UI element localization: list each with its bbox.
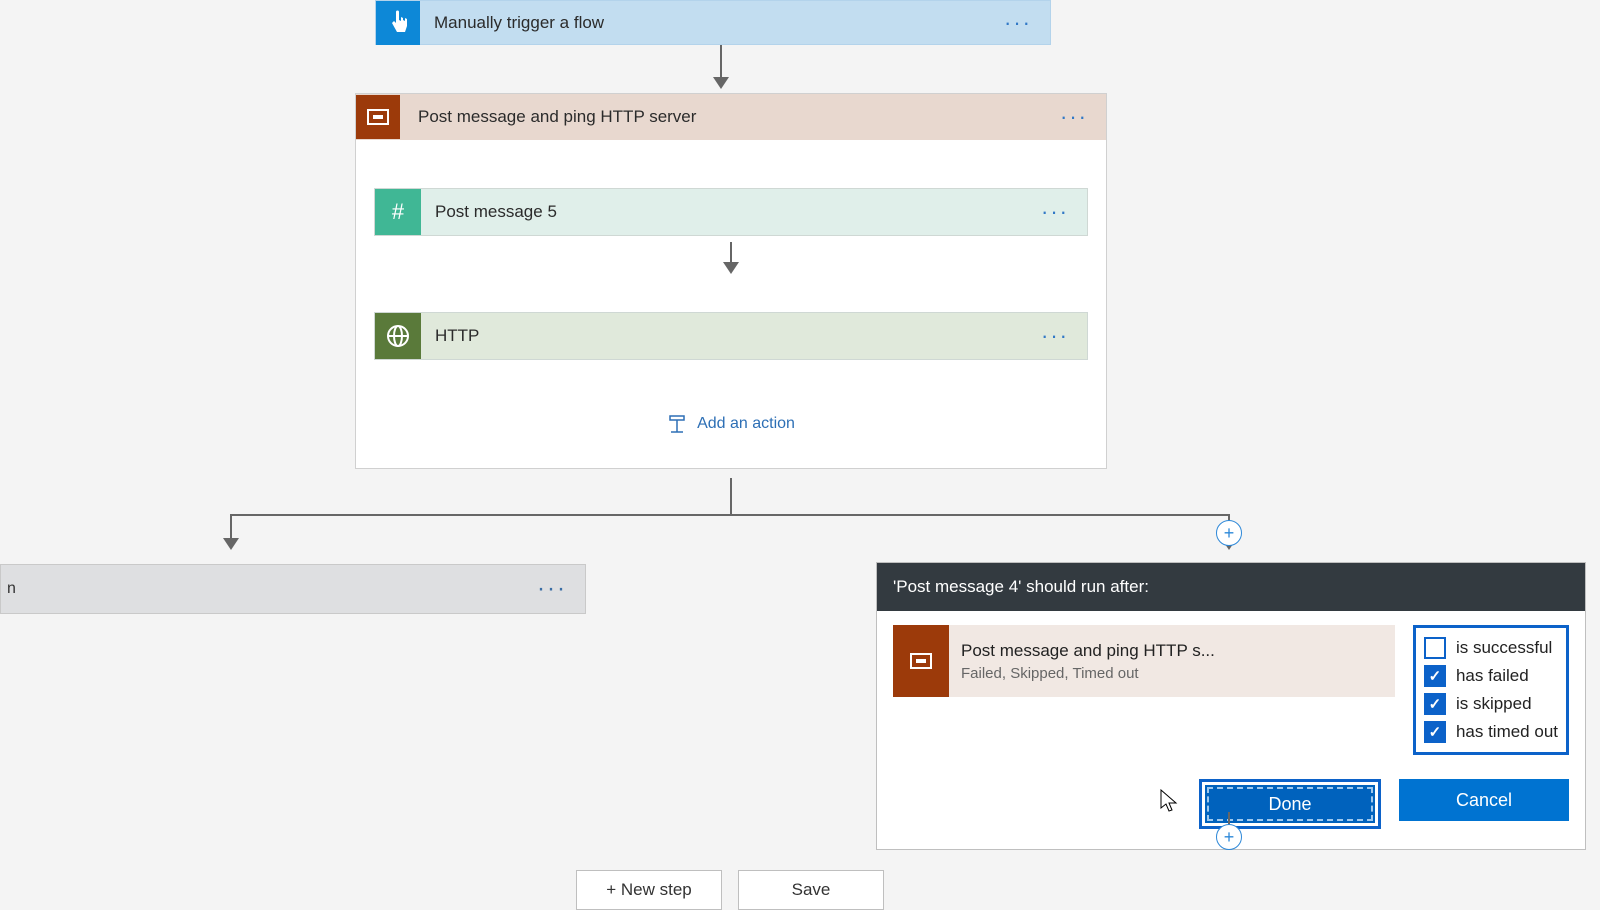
action-menu-icon[interactable]: ··· xyxy=(1041,323,1069,349)
scope-icon xyxy=(356,95,400,139)
scope-card: Post message and ping HTTP server ··· # … xyxy=(355,93,1107,469)
new-step-button[interactable]: + New step xyxy=(576,870,722,910)
condition-label: is skipped xyxy=(1456,694,1532,714)
connector-line xyxy=(230,514,1230,516)
condition-row: ✓ has timed out xyxy=(1424,718,1558,746)
checkbox-successful[interactable] xyxy=(1424,637,1446,659)
checkbox-skipped[interactable]: ✓ xyxy=(1424,693,1446,715)
trigger-menu-icon[interactable]: ··· xyxy=(1004,10,1032,36)
scope-icon xyxy=(893,625,949,697)
condition-row: ✓ has failed xyxy=(1424,662,1558,690)
connector-arrow xyxy=(374,242,1088,274)
globe-icon xyxy=(375,313,421,359)
condition-label: has timed out xyxy=(1456,722,1558,742)
checkbox-timed-out[interactable]: ✓ xyxy=(1424,721,1446,743)
condition-label: is successful xyxy=(1456,638,1552,658)
tap-icon xyxy=(376,1,420,45)
add-branch-button[interactable]: + xyxy=(1216,520,1242,546)
scope-title: Post message and ping HTTP server xyxy=(418,107,1060,127)
action-menu-icon[interactable]: ··· xyxy=(537,575,567,603)
previous-action-title: Post message and ping HTTP s... xyxy=(961,641,1215,661)
condition-row: ✓ is skipped xyxy=(1424,690,1558,718)
previous-action-status: Failed, Skipped, Timed out xyxy=(961,665,1215,682)
done-button[interactable]: Done xyxy=(1205,785,1375,823)
action-label: Post message 5 xyxy=(435,202,1041,222)
condition-label: has failed xyxy=(1456,666,1529,686)
checkbox-failed[interactable]: ✓ xyxy=(1424,665,1446,687)
add-action-icon xyxy=(667,414,687,434)
action-card-post-message[interactable]: # Post message 5 ··· xyxy=(374,188,1088,236)
run-after-panel: 'Post message 4' should run after: Post … xyxy=(876,562,1586,850)
footer-buttons: + New step Save xyxy=(576,870,884,910)
connector-arrow xyxy=(713,45,729,89)
connector-line xyxy=(230,514,232,538)
previous-action-chip[interactable]: Post message and ping HTTP s... Failed, … xyxy=(893,625,1395,697)
hash-icon: # xyxy=(375,189,421,235)
action-label-tail: n xyxy=(7,580,537,598)
trigger-label: Manually trigger a flow xyxy=(434,13,1004,33)
scope-menu-icon[interactable]: ··· xyxy=(1060,104,1088,130)
connector-line xyxy=(730,478,732,514)
panel-title: 'Post message 4' should run after: xyxy=(877,563,1585,611)
action-menu-icon[interactable]: ··· xyxy=(1041,199,1069,225)
done-button-highlight: Done xyxy=(1199,779,1381,829)
add-step-button[interactable]: + xyxy=(1216,824,1242,850)
arrowhead-icon xyxy=(223,538,239,550)
add-action-label: Add an action xyxy=(697,415,795,433)
trigger-card[interactable]: Manually trigger a flow ··· xyxy=(375,0,1051,45)
action-card-http[interactable]: HTTP ··· xyxy=(374,312,1088,360)
action-card-left-branch[interactable]: n ··· xyxy=(0,564,586,614)
save-button[interactable]: Save xyxy=(738,870,884,910)
cancel-button[interactable]: Cancel xyxy=(1399,779,1569,821)
condition-row: is successful xyxy=(1424,634,1558,662)
scope-header[interactable]: Post message and ping HTTP server ··· xyxy=(356,94,1106,140)
action-label: HTTP xyxy=(435,326,1041,346)
add-action-button[interactable]: Add an action xyxy=(374,414,1088,434)
condition-checkbox-group: is successful ✓ has failed ✓ is skipped … xyxy=(1413,625,1569,755)
